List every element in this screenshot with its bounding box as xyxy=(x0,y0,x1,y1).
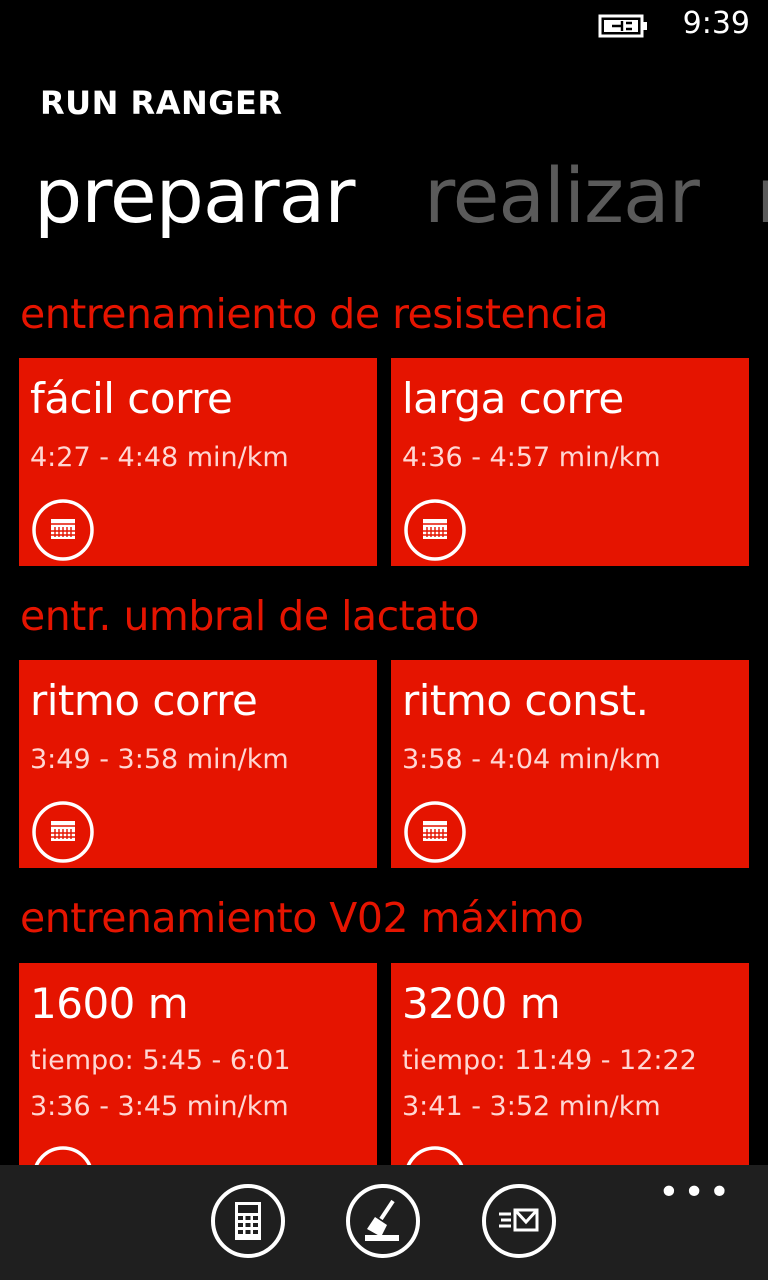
pivot-tab-next[interactable]: r xyxy=(756,148,768,244)
tile-title: larga corre xyxy=(402,374,624,423)
tile-title: ritmo const. xyxy=(402,676,649,725)
tile-facil-corre[interactable]: fácil corre 4:27 - 4:48 min/km xyxy=(19,358,377,566)
section-heading-v02: entrenamiento V02 máximo xyxy=(20,894,584,942)
send-mail-icon[interactable] xyxy=(481,1183,557,1259)
tile-pace: 3:36 - 3:45 min/km xyxy=(30,1091,289,1122)
tile-ritmo-corre[interactable]: ritmo corre 3:49 - 3:58 min/km xyxy=(19,660,377,868)
tile-3200m[interactable]: 3200 m tiempo: 11:49 - 12:22 3:41 - 3:52… xyxy=(391,963,749,1171)
battery-charging-icon xyxy=(598,14,647,38)
tile-time: tiempo: 11:49 - 12:22 xyxy=(402,1045,697,1076)
tile-ritmo-const[interactable]: ritmo const. 3:58 - 4:04 min/km xyxy=(391,660,749,868)
tile-pace: 3:49 - 3:58 min/km xyxy=(30,744,289,775)
tile-title: ritmo corre xyxy=(30,676,258,725)
calendar-icon[interactable] xyxy=(403,498,467,562)
pivot-tab-preparar[interactable]: preparar xyxy=(34,148,355,244)
tile-title: 3200 m xyxy=(402,979,561,1028)
tile-pace: 4:36 - 4:57 min/km xyxy=(402,442,661,473)
tile-pace: 4:27 - 4:48 min/km xyxy=(30,442,289,473)
tile-pace: 3:58 - 4:04 min/km xyxy=(402,744,661,775)
calendar-icon[interactable] xyxy=(403,800,467,864)
application-bar: ••• xyxy=(0,1165,768,1280)
pivot-header: preparar realizar r xyxy=(0,148,768,244)
app-title: RUN RANGER xyxy=(40,84,283,122)
tile-time: tiempo: 5:45 - 6:01 xyxy=(30,1045,291,1076)
section-heading-resistencia: entrenamiento de resistencia xyxy=(20,290,609,338)
tile-pace: 3:41 - 3:52 min/km xyxy=(402,1091,661,1122)
pivot-tab-realizar[interactable]: realizar xyxy=(424,148,700,244)
tile-title: 1600 m xyxy=(30,979,189,1028)
status-bar: 9:39 xyxy=(0,0,768,50)
tile-larga-corre[interactable]: larga corre 4:36 - 4:57 min/km xyxy=(391,358,749,566)
tile-1600m[interactable]: 1600 m tiempo: 5:45 - 6:01 3:36 - 3:45 m… xyxy=(19,963,377,1171)
more-options-button[interactable]: ••• xyxy=(658,1175,734,1211)
broom-icon[interactable] xyxy=(345,1183,421,1259)
section-heading-umbral: entr. umbral de lactato xyxy=(20,592,480,640)
tile-title: fácil corre xyxy=(30,374,233,423)
calendar-icon[interactable] xyxy=(31,498,95,562)
calculator-icon[interactable] xyxy=(210,1183,286,1259)
status-time: 9:39 xyxy=(682,6,750,41)
calendar-icon[interactable] xyxy=(31,800,95,864)
